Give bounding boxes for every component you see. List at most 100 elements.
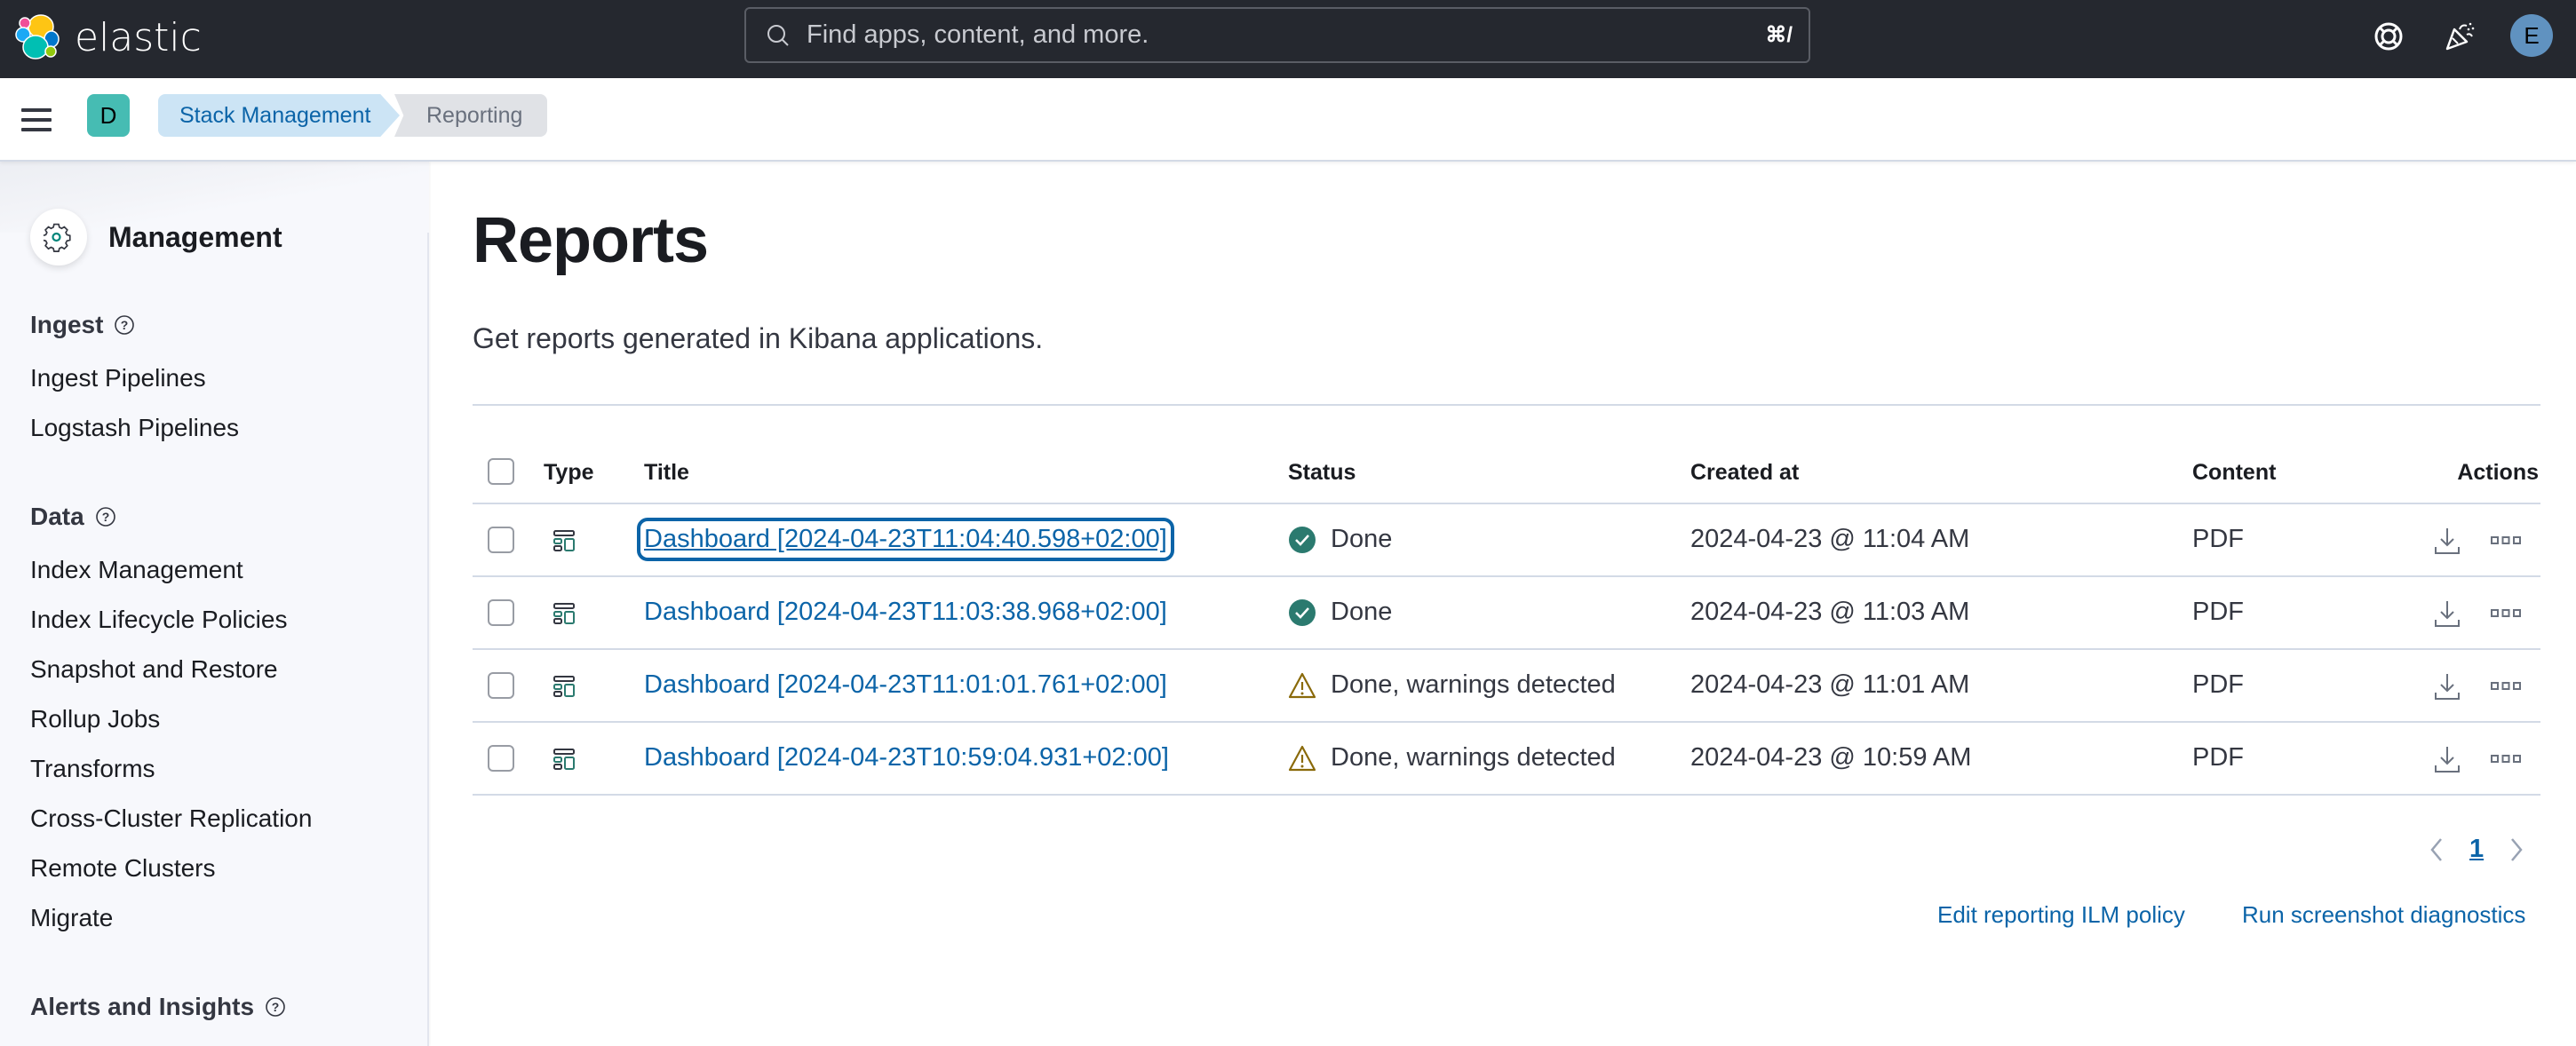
sidebar-item-ingest-pipelines[interactable]: Ingest Pipelines — [30, 364, 206, 392]
content-type-cell: PDF — [2192, 525, 2244, 553]
table-row: Dashboard [2024-04-23T11:04:40.598+02:00… — [473, 504, 2540, 577]
lifebuoy-icon — [2374, 22, 2403, 51]
column-header-actions: Actions — [2457, 460, 2539, 485]
more-actions-icon[interactable] — [2491, 749, 2521, 769]
sidebar-section-alerts-and-insights: Alerts and Insights ? — [30, 993, 286, 1021]
sidebar-item-rollup-jobs[interactable]: Rollup Jobs — [30, 705, 160, 733]
section-label: Alerts and Insights — [30, 993, 255, 1020]
help-icon[interactable]: ? — [265, 996, 286, 1018]
divider — [473, 404, 2540, 406]
download-icon[interactable] — [2432, 671, 2462, 701]
page-number-1[interactable]: 1 — [2469, 835, 2484, 864]
row-checkbox[interactable] — [488, 599, 514, 626]
success-check-icon — [1289, 526, 1316, 553]
status-text: Done — [1331, 525, 1393, 553]
party-popper-icon — [2445, 22, 2475, 51]
edit-ilm-policy-link[interactable]: Edit reporting ILM policy — [1937, 901, 2185, 929]
elastic-logo-icon — [15, 14, 60, 59]
sidebar-item-index-lifecycle-policies[interactable]: Index Lifecycle Policies — [30, 606, 287, 634]
breadcrumb-bar: D Stack Management Reporting — [0, 78, 2576, 162]
status-text: Done, warnings detected — [1331, 743, 1616, 772]
svg-text:?: ? — [272, 1000, 280, 1014]
created-at-cell: 2024-04-23 @ 11:03 AM — [1690, 598, 1970, 626]
status-cell: Done, warnings detected — [1288, 670, 1616, 700]
main-content: Reports Get reports generated in Kibana … — [431, 162, 2576, 1046]
sidebar-header: Management — [30, 209, 282, 265]
sidebar-item-remote-clusters[interactable]: Remote Clusters — [30, 854, 216, 883]
warning-icon — [1288, 672, 1316, 698]
search-input[interactable] — [807, 20, 1766, 50]
sidebar-item-migrate[interactable]: Migrate — [30, 904, 113, 932]
svg-text:?: ? — [121, 318, 129, 332]
status-cell: Done — [1288, 598, 1392, 627]
row-checkbox[interactable] — [488, 672, 514, 699]
download-icon[interactable] — [2432, 526, 2462, 556]
table-header: Type Title Status Created at Content Act… — [473, 439, 2540, 504]
download-icon[interactable] — [2432, 598, 2462, 629]
table-row: Dashboard [2024-04-23T11:03:38.968+02:00… — [473, 577, 2540, 650]
next-page-icon[interactable] — [2505, 836, 2528, 864]
sidebar-section-data: Data ? — [30, 503, 116, 531]
table-body: Dashboard [2024-04-23T11:04:40.598+02:00… — [473, 504, 2540, 796]
more-actions-icon[interactable] — [2491, 677, 2521, 696]
status-text: Done, warnings detected — [1331, 670, 1616, 699]
breadcrumb-stack-management[interactable]: Stack Management — [158, 94, 400, 137]
dashboard-type-icon — [553, 676, 575, 697]
dashboard-type-icon — [553, 603, 575, 624]
run-screenshot-diagnostics-link[interactable]: Run screenshot diagnostics — [2242, 901, 2525, 929]
menu-line — [21, 108, 52, 112]
more-actions-icon[interactable] — [2491, 531, 2521, 551]
created-at-cell: 2024-04-23 @ 11:01 AM — [1690, 670, 1970, 699]
elastic-logo[interactable]: elastic — [14, 12, 202, 62]
sidebar-item-snapshot-and-restore[interactable]: Snapshot and Restore — [30, 655, 278, 684]
help-button[interactable] — [2370, 18, 2407, 55]
content-type-cell: PDF — [2192, 598, 2244, 626]
reports-table: Type Title Status Created at Content Act… — [473, 439, 2540, 796]
svg-text:?: ? — [101, 510, 109, 524]
pagination: 1 — [2425, 835, 2528, 864]
created-at-cell: 2024-04-23 @ 11:04 AM — [1690, 525, 1970, 553]
report-title-link[interactable]: Dashboard [2024-04-23T11:04:40.598+02:00… — [637, 518, 1174, 561]
news-button[interactable] — [2441, 18, 2478, 55]
previous-page-icon[interactable] — [2425, 836, 2448, 864]
help-icon[interactable]: ? — [95, 506, 116, 527]
dashboard-type-icon — [553, 749, 575, 770]
page-title: Reports — [473, 205, 709, 276]
more-actions-icon[interactable] — [2491, 604, 2521, 623]
management-sidebar: Management Ingest ? Ingest Pipelines Log… — [0, 162, 429, 1046]
sidebar-item-logstash-pipelines[interactable]: Logstash Pipelines — [30, 414, 239, 442]
global-search[interactable]: ⌘/ — [744, 7, 1810, 63]
table-row: Dashboard [2024-04-23T10:59:04.931+02:00… — [473, 723, 2540, 796]
select-all-checkbox[interactable] — [488, 458, 514, 485]
user-avatar[interactable]: E — [2510, 14, 2553, 57]
section-label: Ingest — [30, 311, 104, 338]
column-header-title: Title — [644, 460, 689, 485]
content-type-cell: PDF — [2192, 670, 2244, 699]
gear-icon — [30, 209, 87, 265]
sidebar-item-transforms[interactable]: Transforms — [30, 755, 155, 783]
menu-line — [21, 128, 52, 131]
sidebar-item-index-management[interactable]: Index Management — [30, 556, 243, 584]
search-shortcut: ⌘/ — [1765, 23, 1793, 47]
column-header-type: Type — [544, 460, 594, 485]
report-title-link[interactable]: Dashboard [2024-04-23T11:03:38.968+02:00… — [644, 598, 1167, 627]
help-icon[interactable]: ? — [114, 314, 135, 336]
sidebar-item-cross-cluster-replication[interactable]: Cross-Cluster Replication — [30, 804, 312, 833]
content-type-cell: PDF — [2192, 743, 2244, 772]
table-row: Dashboard [2024-04-23T11:01:01.761+02:00… — [473, 650, 2540, 723]
created-at-cell: 2024-04-23 @ 10:59 AM — [1690, 743, 1972, 772]
column-header-created-at: Created at — [1690, 460, 1800, 485]
space-avatar[interactable]: D — [87, 94, 130, 137]
status-text: Done — [1331, 598, 1393, 626]
row-checkbox[interactable] — [488, 527, 514, 553]
sidebar-section-ingest: Ingest ? — [30, 311, 135, 339]
brand-name: elastic — [75, 14, 202, 60]
download-icon[interactable] — [2432, 744, 2462, 774]
report-title-link[interactable]: Dashboard [2024-04-23T10:59:04.931+02:00… — [644, 743, 1169, 773]
row-checkbox[interactable] — [488, 745, 514, 772]
status-cell: Done, warnings detected — [1288, 743, 1616, 773]
section-label: Data — [30, 503, 84, 530]
breadcrumb-reporting: Reporting — [394, 94, 547, 137]
hamburger-menu-button[interactable] — [21, 108, 52, 131]
report-title-link[interactable]: Dashboard [2024-04-23T11:01:01.761+02:00… — [644, 670, 1167, 700]
